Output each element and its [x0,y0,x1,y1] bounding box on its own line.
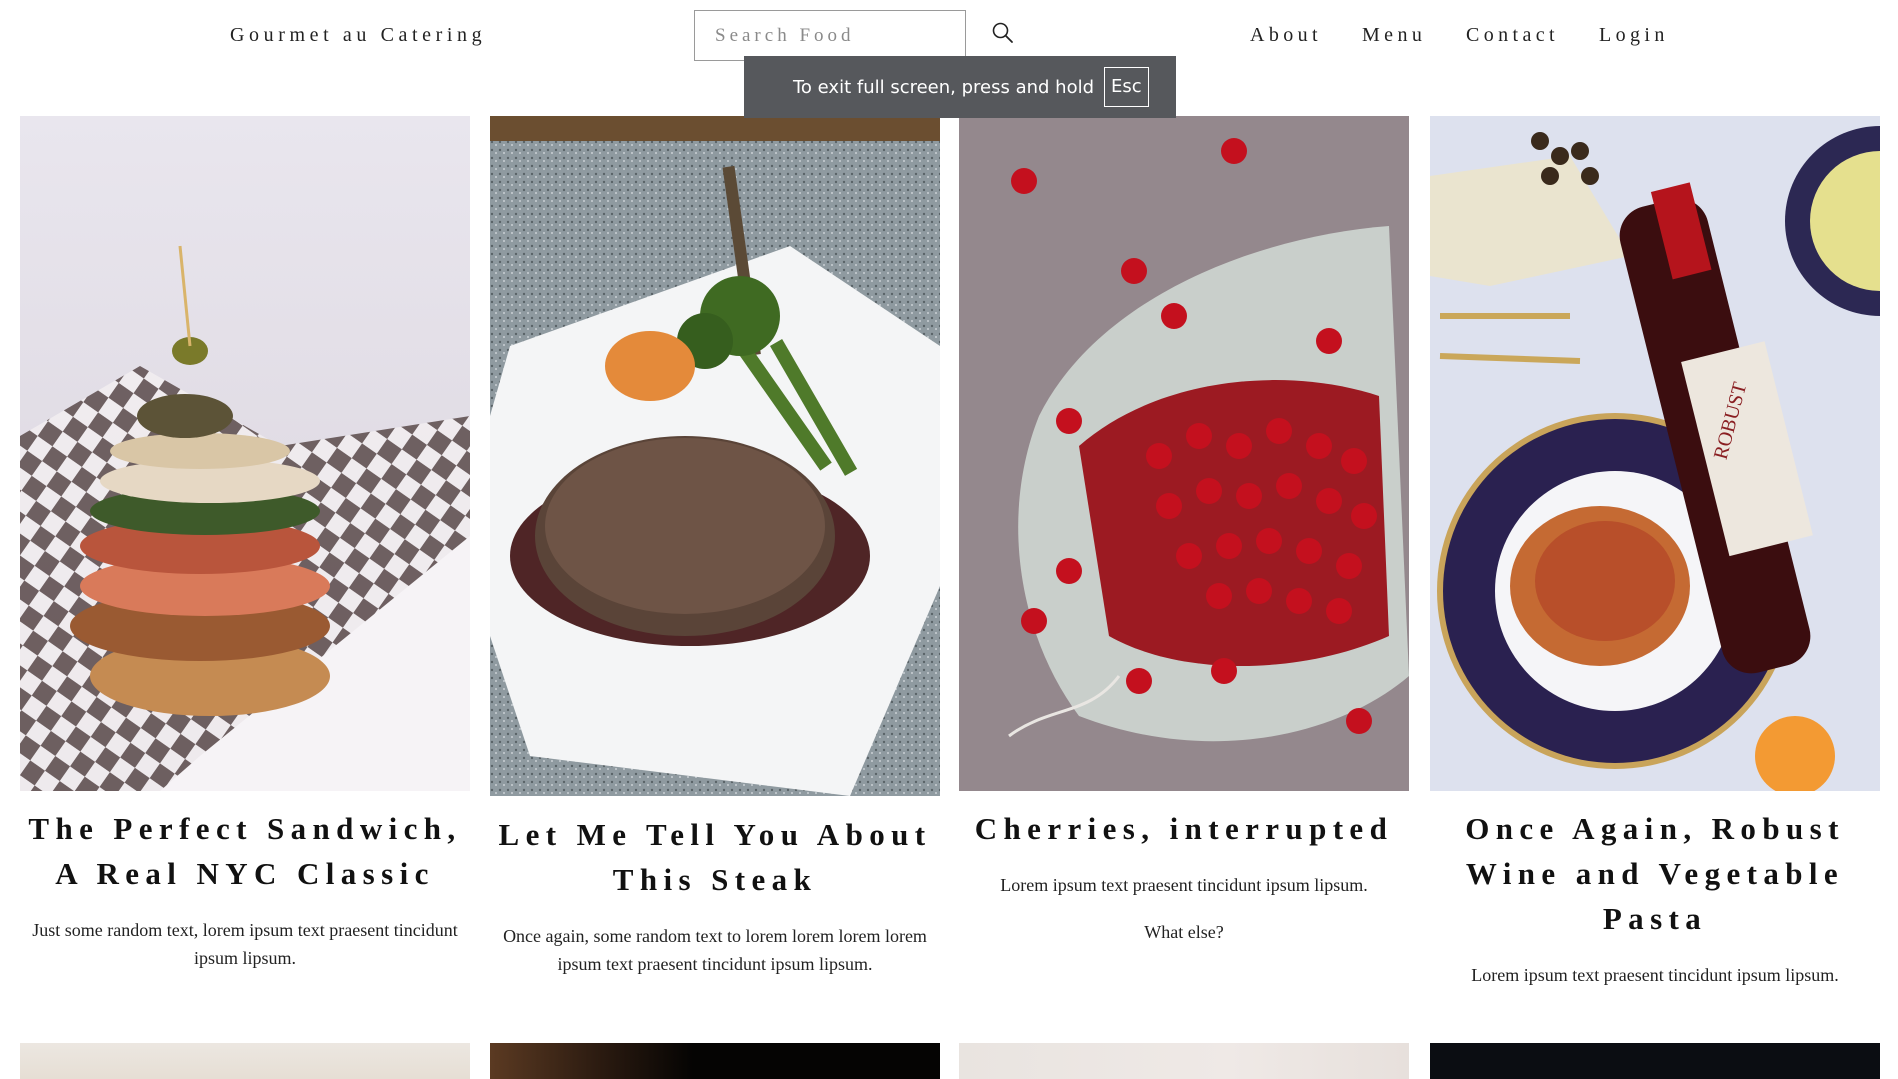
steak-plate-photo[interactable] [490,116,940,796]
wine-and-pasta-photo[interactable]: ROBUST [1430,116,1880,791]
nav-link-contact[interactable]: Contact [1466,24,1559,47]
card-description-extra: What else? [1144,922,1224,942]
brand-name[interactable]: Gourmet au Catering [230,24,486,47]
nav-link-about[interactable]: About [1250,24,1322,47]
nav-link-menu[interactable]: Menu [1362,24,1426,47]
card-image-row2-3[interactable] [959,1043,1409,1079]
magnifier-icon [992,22,1013,43]
recipe-card-steak[interactable]: Let Me Tell You About This Steak Once ag… [490,116,940,978]
recipe-card-wine-pasta[interactable]: ROBUST Once Again, Robust Wine and Veget… [1430,116,1880,989]
card-description: Once again, some random text to lorem lo… [503,926,927,974]
card-image-row2-4[interactable] [1430,1043,1880,1079]
card-title[interactable]: The Perfect Sandwich, A Real NYC Classic [20,806,470,896]
card-title[interactable]: Let Me Tell You About This Steak [490,812,940,902]
recipe-card-cherries[interactable]: Cherries, interrupted Lorem ipsum text p… [959,116,1409,946]
nav-link-login[interactable]: Login [1599,24,1669,47]
card-image-row2-1[interactable] [20,1043,470,1079]
fullscreen-exit-notice: To exit full screen, press and hold Esc [744,56,1176,118]
card-description: Lorem ipsum text praesent tincidunt ipsu… [1471,965,1839,985]
fullscreen-notice-message: To exit full screen, press and hold [793,76,1095,98]
card-title[interactable]: Cherries, interrupted [959,806,1409,851]
card-image-row2-2[interactable] [490,1043,940,1079]
cherries-in-cloth-photo[interactable] [959,116,1409,791]
recipe-card-sandwich[interactable]: The Perfect Sandwich, A Real NYC Classic… [20,116,470,972]
card-description: Just some random text, lorem ipsum text … [32,920,458,968]
card-description: Lorem ipsum text praesent tincidunt ipsu… [1000,875,1368,895]
card-title[interactable]: Once Again, Robust Wine and Vegetable Pa… [1430,806,1880,941]
stacked-sandwich-photo[interactable] [20,116,470,791]
search-food-input[interactable] [694,10,966,61]
esc-key-badge: Esc [1104,67,1149,107]
search-button[interactable] [990,20,1020,50]
